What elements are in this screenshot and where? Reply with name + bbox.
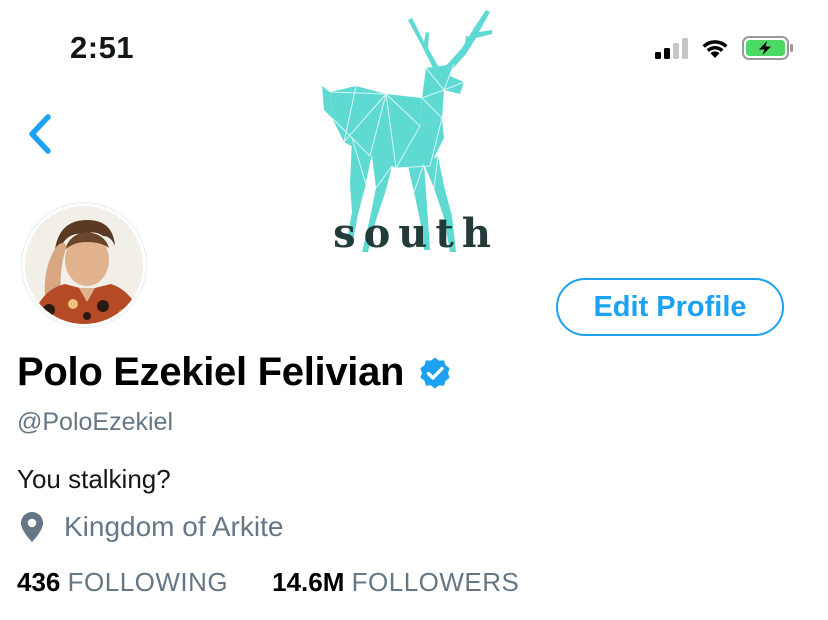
- profile-bio: You stalking?: [17, 464, 171, 494]
- profile-stats: 436 FOLLOWING 14.6M FOLLOWERS: [17, 567, 519, 598]
- followers-stat[interactable]: 14.6M FOLLOWERS: [272, 567, 519, 598]
- profile-handle: @PoloEzekiel: [17, 408, 174, 436]
- back-button[interactable]: [18, 108, 62, 160]
- profile-location-row: Kingdom of Arkite: [20, 511, 283, 543]
- edit-profile-button[interactable]: Edit Profile: [556, 278, 784, 336]
- chevron-left-icon: [29, 114, 51, 154]
- profile-name: Polo Ezekiel Felivian: [17, 350, 405, 394]
- battery-charging-icon: [742, 36, 794, 60]
- wifi-icon: [702, 40, 728, 58]
- profile-location: Kingdom of Arkite: [64, 511, 284, 542]
- verified-badge-icon: [420, 357, 450, 388]
- status-time: 2:51: [70, 30, 135, 65]
- following-stat[interactable]: 436 FOLLOWING: [17, 567, 228, 598]
- followers-count: 14.6M: [272, 567, 345, 597]
- following-label: FOLLOWING: [67, 567, 229, 597]
- followers-label: FOLLOWERS: [351, 567, 520, 597]
- location-pin-icon: [21, 512, 43, 542]
- profile-screen: 2:51 south Edit Profile Polo Ezekiel Fel…: [0, 0, 828, 620]
- profile-name-row: Polo Ezekiel Felivian: [17, 350, 452, 395]
- following-count: 436: [17, 567, 61, 597]
- status-icons: [655, 36, 794, 60]
- cellular-signal-icon: [655, 37, 688, 59]
- avatar[interactable]: [22, 203, 146, 327]
- banner-brand-text: south: [333, 210, 499, 257]
